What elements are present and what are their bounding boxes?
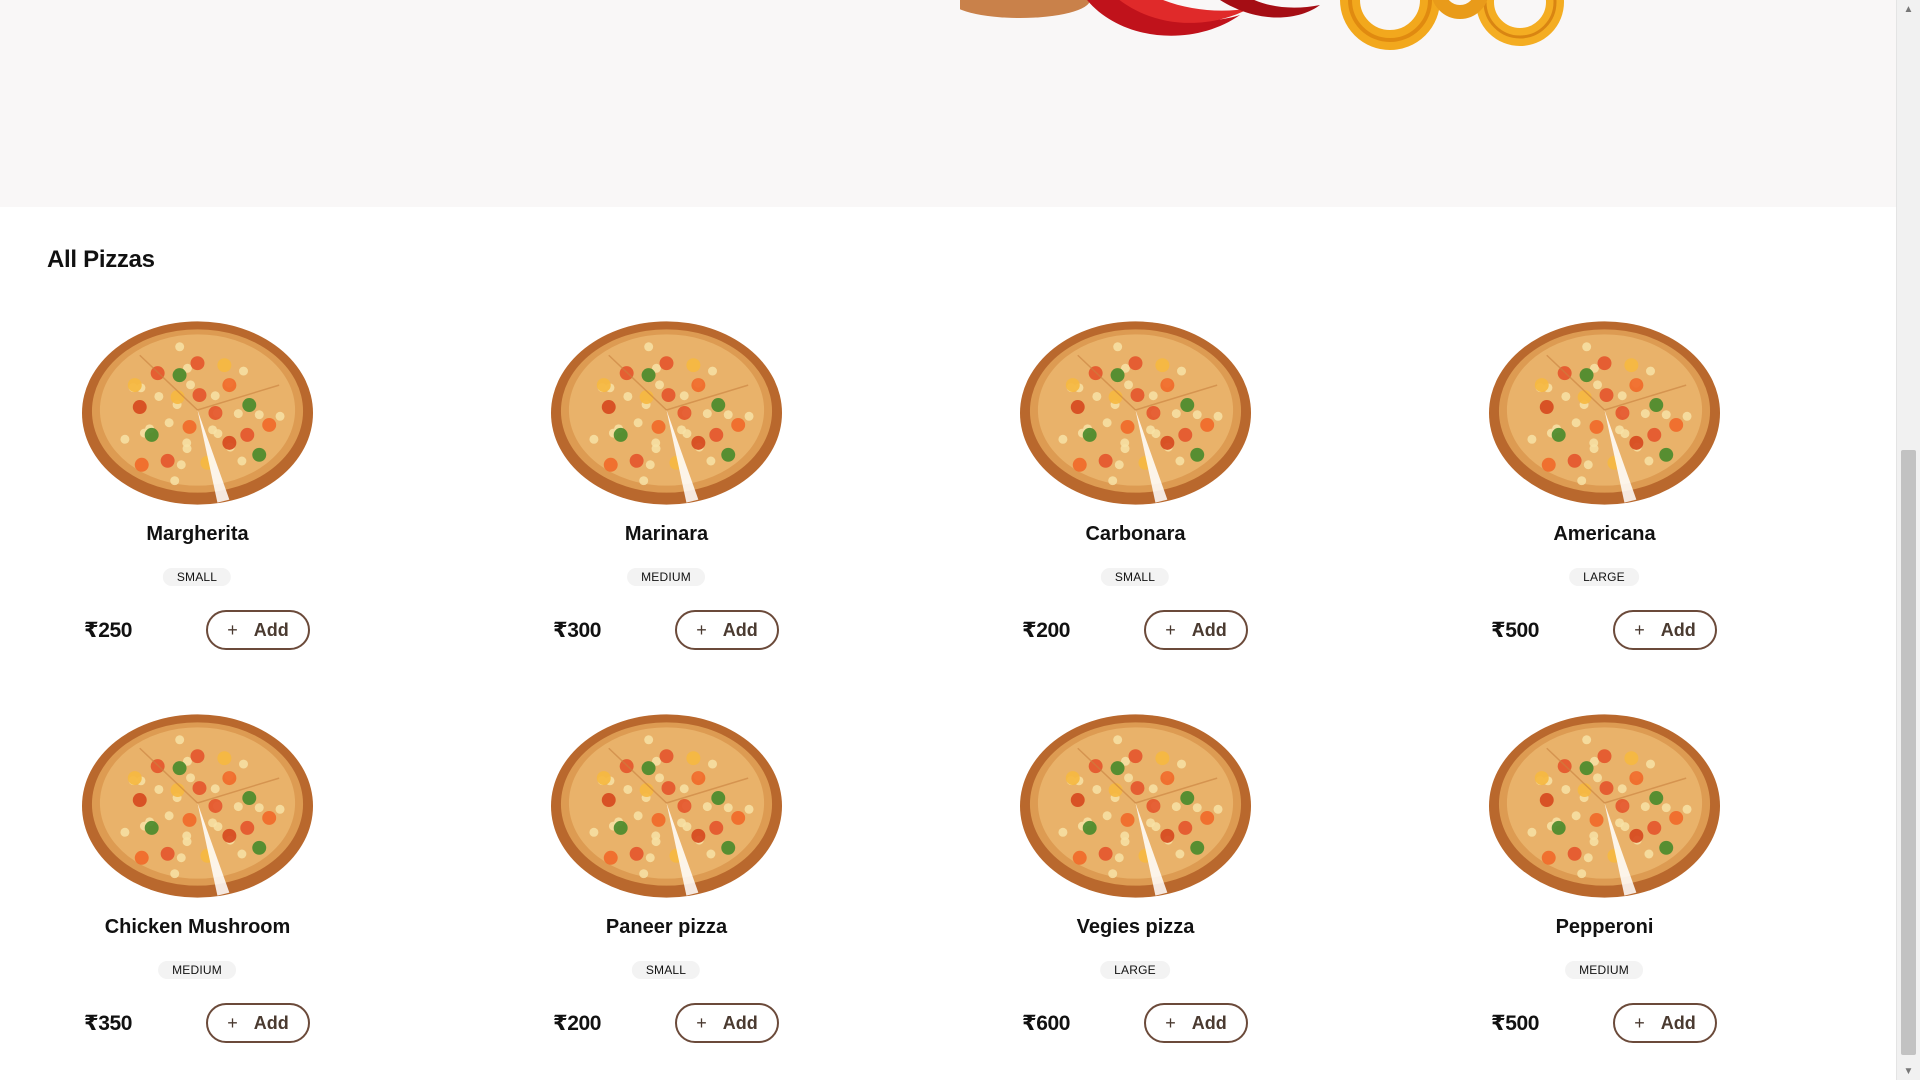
- plus-icon: +: [1165, 1013, 1176, 1033]
- pizza-price: ₹200: [553, 1012, 602, 1035]
- add-button-label: Add: [722, 1012, 758, 1033]
- plus-icon: +: [227, 1013, 238, 1033]
- size-badge: SMALL: [162, 568, 232, 586]
- add-button-label: Add: [253, 1012, 289, 1033]
- pizza-image: [1019, 714, 1252, 898]
- pizza-card: Carbonara SMALL ₹200 + Add: [938, 300, 1407, 693]
- add-button-label: Add: [722, 619, 758, 640]
- pizza-card: Americana LARGE ₹500 + Add: [1407, 300, 1876, 693]
- add-to-cart-button[interactable]: + Add: [1613, 1003, 1717, 1043]
- add-to-cart-button[interactable]: + Add: [675, 610, 779, 650]
- plus-icon: +: [696, 620, 707, 640]
- scrollbar-thumb[interactable]: [1901, 450, 1916, 1055]
- size-badge: MEDIUM: [627, 568, 705, 586]
- add-to-cart-button[interactable]: + Add: [1144, 610, 1248, 650]
- pizza-price: ₹250: [84, 619, 133, 642]
- size-badge: SMALL: [631, 961, 701, 979]
- pizza-card: Chicken Mushroom MEDIUM ₹350 + Add: [0, 693, 469, 1080]
- pizza-name: Paneer pizza: [605, 916, 728, 938]
- plus-icon: +: [696, 1013, 707, 1033]
- pizza-price: ₹600: [1022, 1012, 1071, 1035]
- size-badge: LARGE: [1569, 568, 1639, 586]
- pizza-name: Americana: [1553, 523, 1656, 545]
- plus-icon: +: [227, 620, 238, 640]
- add-button-label: Add: [1191, 619, 1227, 640]
- add-to-cart-button[interactable]: + Add: [675, 1003, 779, 1043]
- pizza-price: ₹350: [84, 1012, 133, 1035]
- add-button-label: Add: [1660, 619, 1696, 640]
- vertical-scrollbar[interactable]: ▲ ▼: [1896, 0, 1920, 1080]
- pizza-image: [1488, 321, 1721, 505]
- pizza-name: Pepperoni: [1555, 916, 1654, 938]
- pizza-image: [81, 321, 314, 505]
- add-to-cart-button[interactable]: + Add: [206, 610, 310, 650]
- pizza-name: Marinara: [624, 523, 709, 545]
- pizza-price: ₹300: [553, 619, 602, 642]
- pizza-image: [1019, 321, 1252, 505]
- pizza-image: [81, 714, 314, 898]
- size-badge: SMALL: [1100, 568, 1170, 586]
- pizza-price: ₹200: [1022, 619, 1071, 642]
- pizza-name: Margherita: [146, 523, 249, 545]
- add-to-cart-button[interactable]: + Add: [1613, 610, 1717, 650]
- hero-banner: [0, 0, 1896, 207]
- pizza-card: Margherita SMALL ₹250 + Add: [0, 300, 469, 693]
- pizza-image: [550, 321, 783, 505]
- page: All Pizzas Margherita SMALL ₹250 + Add M…: [0, 0, 1920, 1080]
- size-badge: MEDIUM: [1565, 961, 1643, 979]
- hero-food-image: [960, 0, 1564, 50]
- add-to-cart-button[interactable]: + Add: [1144, 1003, 1248, 1043]
- add-button-label: Add: [1191, 1012, 1227, 1033]
- pizza-name: Vegies pizza: [1076, 916, 1195, 938]
- size-badge: LARGE: [1100, 961, 1170, 979]
- pizza-card: Vegies pizza LARGE ₹600 + Add: [938, 693, 1407, 1080]
- add-button-label: Add: [1660, 1012, 1696, 1033]
- pizza-price: ₹500: [1491, 619, 1540, 642]
- plus-icon: +: [1634, 620, 1645, 640]
- add-button-label: Add: [253, 619, 289, 640]
- section-title: All Pizzas: [47, 246, 155, 273]
- pizza-grid: Margherita SMALL ₹250 + Add Marinara MED…: [0, 300, 1896, 1080]
- size-badge: MEDIUM: [158, 961, 236, 979]
- pizza-name: Chicken Mushroom: [104, 916, 291, 938]
- pizza-image: [550, 714, 783, 898]
- scroll-down-arrow-icon[interactable]: ▼: [1897, 1062, 1920, 1080]
- pizza-name: Carbonara: [1085, 523, 1186, 545]
- pizza-image: [1488, 714, 1721, 898]
- add-to-cart-button[interactable]: + Add: [206, 1003, 310, 1043]
- pizza-price: ₹500: [1491, 1012, 1540, 1035]
- scroll-up-arrow-icon[interactable]: ▲: [1897, 0, 1920, 18]
- pizza-card: Marinara MEDIUM ₹300 + Add: [469, 300, 938, 693]
- plus-icon: +: [1165, 620, 1176, 640]
- pizza-card: Pepperoni MEDIUM ₹500 + Add: [1407, 693, 1876, 1080]
- plus-icon: +: [1634, 1013, 1645, 1033]
- pizza-card: Paneer pizza SMALL ₹200 + Add: [469, 693, 938, 1080]
